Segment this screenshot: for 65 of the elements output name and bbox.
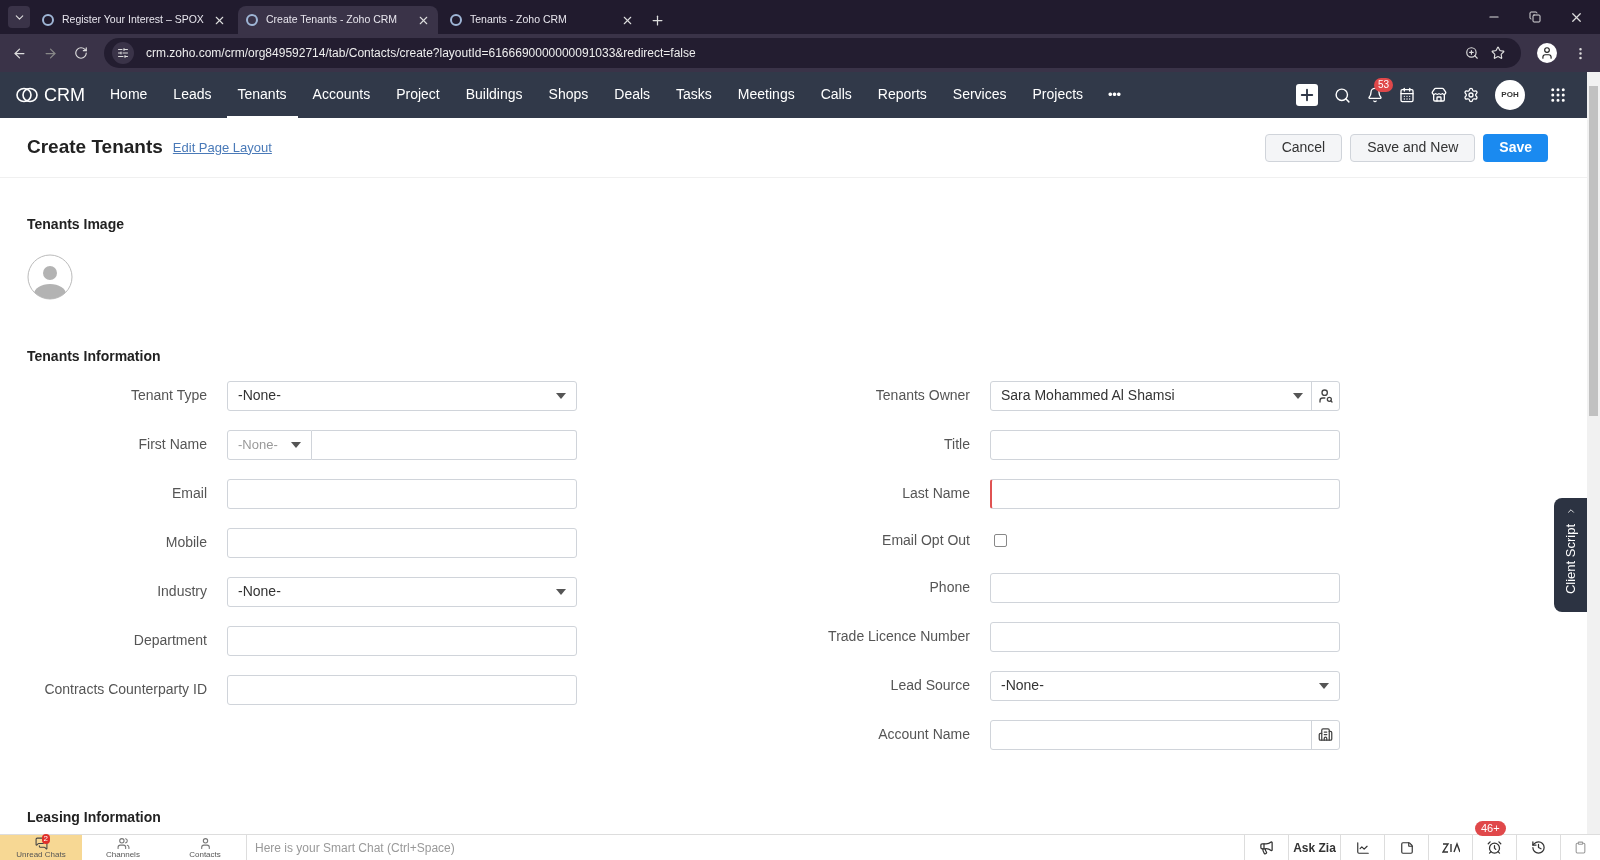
browser-tab[interactable]: Create Tenants - Zoho CRM <box>238 6 438 34</box>
nav-tab[interactable]: Services <box>941 72 1018 118</box>
tab-title: Register Your Interest – SPOX <box>62 12 205 28</box>
smart-chat-field[interactable]: Here is your Smart Chat (Ctrl+Space) <box>246 835 1244 860</box>
browser-tab[interactable]: Tenants - Zoho CRM <box>442 6 642 34</box>
nav-tab[interactable]: Home <box>99 72 159 118</box>
nav-tab[interactable]: Tasks <box>665 72 723 118</box>
chat-tab[interactable]: Channels <box>82 835 164 860</box>
chat-tab-label: Unread Chats <box>16 849 66 859</box>
field-label: Title <box>943 435 971 454</box>
nav-tab[interactable]: Accounts <box>301 72 382 118</box>
reminder-badge: 46+ <box>1475 821 1506 836</box>
field-label: Account Name <box>877 725 971 744</box>
select-field[interactable]: -None- <box>990 670 1340 701</box>
more-button[interactable]: ••• <box>1108 85 1121 105</box>
field-label: Email <box>171 484 208 503</box>
field-label: Mobile <box>164 533 208 552</box>
field-label: Tenants Owner <box>874 386 971 405</box>
notification-badge: 53 <box>1374 78 1394 92</box>
section-title: Tenants Information <box>27 347 162 366</box>
secondary-button[interactable]: Cancel <box>1264 133 1343 162</box>
logo-text: CRM <box>44 83 85 107</box>
chat-tab-label: Contacts <box>189 849 221 859</box>
select-field[interactable]: -None- <box>227 576 577 607</box>
edit-layout-link[interactable]: Edit Page Layout <box>172 137 272 158</box>
field-label: Phone <box>928 578 971 597</box>
nav-tab[interactable]: Tenants <box>226 72 298 118</box>
chat-tab[interactable]: 2 Unread Chats <box>0 835 82 860</box>
select-field[interactable]: -None- <box>227 380 577 411</box>
field-label: Industry <box>156 582 208 601</box>
client-script-tab[interactable]: Client Script <box>1554 498 1587 612</box>
nav-tab[interactable]: Projects <box>1021 72 1095 118</box>
save-button[interactable]: Save <box>1483 133 1548 162</box>
nav-tab[interactable]: Leads <box>162 72 223 118</box>
field-label: Trade Licence Number <box>827 627 971 646</box>
unread-badge: 2 <box>41 833 50 844</box>
nav-tab[interactable]: Meetings <box>726 72 806 118</box>
field-label: Last Name <box>901 484 971 503</box>
tab-title: Tenants - Zoho CRM <box>470 12 568 28</box>
field-label: Email Opt Out <box>881 531 971 550</box>
chat-tab-label: Channels <box>106 849 140 859</box>
field-label: First Name <box>137 435 208 454</box>
avatar[interactable]: POH <box>1495 80 1525 110</box>
owner-field[interactable]: Sara Mohammed Al Shamsi <box>990 380 1340 411</box>
nav-tab[interactable]: Project <box>385 72 451 118</box>
section-title: Leasing Information <box>27 808 161 827</box>
ask-zia-button[interactable]: Ask Zia <box>1288 835 1340 860</box>
nav-tab[interactable]: Calls <box>809 72 863 118</box>
address-bar[interactable]: crm.zoho.com/crm/org849592714/tab/Contacts/create?layoutId=6166690000000091033&redirect=false <box>104 38 1521 68</box>
secondary-button[interactable]: Save and New <box>1350 133 1476 162</box>
url-text: crm.zoho.com/crm/org849592714/tab/Contacts/create?layoutId=6166690000000091033&redirect=false <box>146 45 697 62</box>
nav-tab[interactable]: Buildings <box>454 72 534 118</box>
chat-tab[interactable]: Contacts <box>164 835 246 860</box>
tab-title: Create Tenants - Zoho CRM <box>266 12 399 28</box>
nav-tab[interactable]: Reports <box>866 72 938 118</box>
field-label: Department <box>132 631 208 650</box>
nav-tab[interactable]: Deals <box>603 72 662 118</box>
section-title: Tenants Image <box>27 215 125 234</box>
field-label: Contracts Counterparty ID <box>43 680 208 699</box>
page-title: Create Tenants <box>27 135 163 160</box>
field-label: Tenant Type <box>129 386 208 405</box>
client-script-label: Client Script <box>1561 524 1579 595</box>
field-label: Lead Source <box>889 676 971 695</box>
browser-tab[interactable]: Register Your Interest – SPOX <box>34 6 234 34</box>
nav-tab[interactable]: Shops <box>537 72 600 118</box>
